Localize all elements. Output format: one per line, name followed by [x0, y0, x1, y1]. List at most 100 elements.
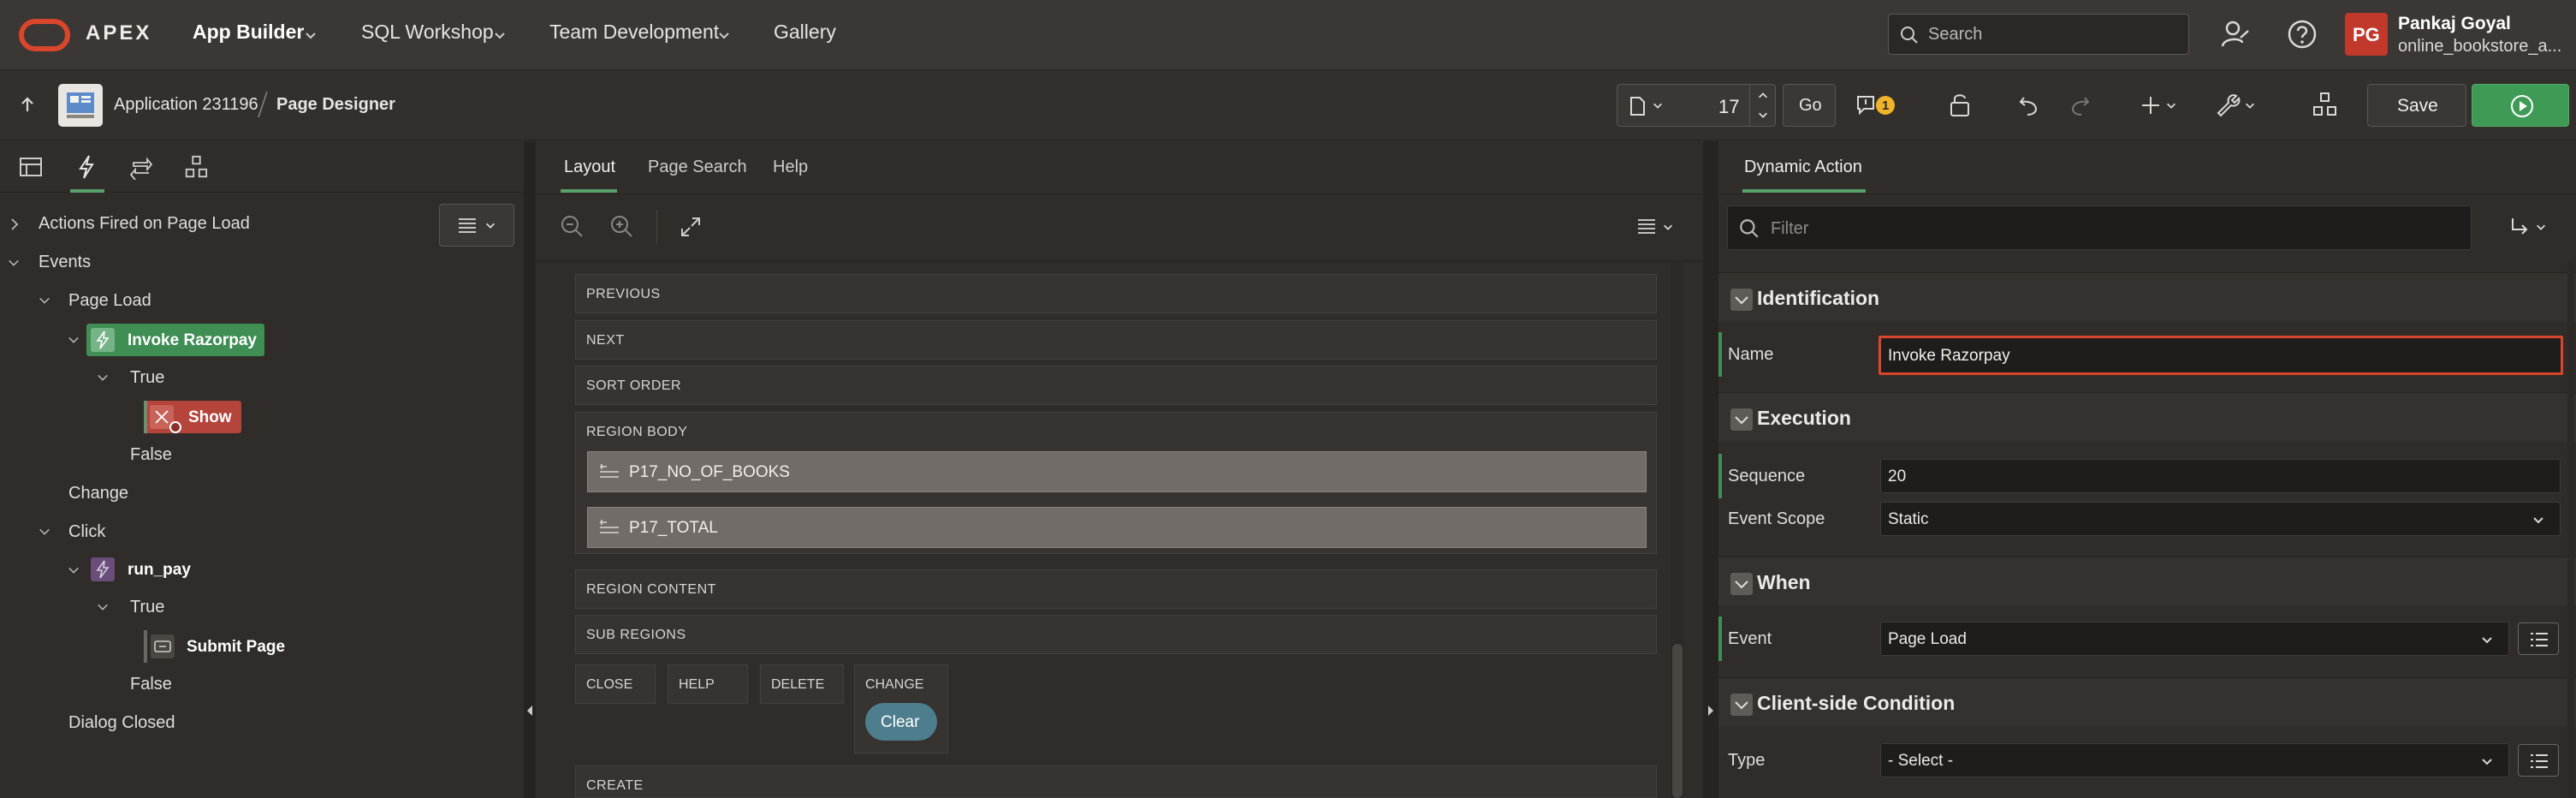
rendering-tab-icon[interactable] [19, 156, 43, 178]
nav-app-builder[interactable]: App Builder [193, 21, 304, 44]
nav-team-development[interactable]: Team Development [549, 21, 719, 44]
tree-node-run-pay[interactable]: run_pay [86, 553, 206, 586]
nav-gallery[interactable]: Gallery [774, 21, 836, 44]
help-icon[interactable] [2287, 19, 2318, 50]
shared-components-icon[interactable] [2311, 91, 2338, 118]
page-stepper[interactable] [1749, 85, 1776, 126]
condition-type-select[interactable]: - Select - [1880, 743, 2509, 777]
nav-sql-workshop[interactable]: SQL Workshop [361, 21, 494, 44]
chevron-down-icon[interactable] [2165, 99, 2177, 111]
tree-false-branch[interactable]: False [130, 445, 172, 465]
chevron-down-icon[interactable] [67, 334, 80, 346]
condition-type-list-button[interactable] [2518, 744, 2559, 777]
chevron-down-icon[interactable] [96, 372, 110, 384]
chevron-down-icon[interactable] [717, 28, 731, 42]
page-selector[interactable]: 17 [1617, 84, 1776, 127]
tree-page-load[interactable]: Page Load [68, 291, 151, 311]
chevron-down-icon[interactable] [67, 564, 80, 576]
event-list-button[interactable] [2518, 622, 2559, 655]
tree-node-show-action[interactable]: Show [145, 401, 241, 433]
chevron-down-icon[interactable] [1662, 221, 1674, 233]
global-search-input[interactable]: Search [1888, 14, 2189, 55]
tree-true-branch[interactable]: True [130, 598, 164, 617]
tree-click[interactable]: Click [68, 522, 105, 542]
collapse-right-icon[interactable] [1707, 705, 1714, 717]
region-content[interactable]: REGION CONTENT [575, 569, 1657, 609]
event-select[interactable]: Page Load [1880, 622, 2509, 656]
go-to-group-icon[interactable] [2509, 216, 2531, 238]
region-next[interactable]: NEXT [575, 320, 1657, 360]
tree-node-submit-page[interactable]: Submit Page [145, 630, 300, 663]
application-icon[interactable] [58, 84, 103, 127]
region-create[interactable]: CREATE [575, 765, 1657, 798]
create-plus-icon[interactable] [2140, 94, 2162, 116]
chevron-down-icon[interactable] [493, 28, 507, 42]
button-slot-close[interactable]: CLOSE [575, 664, 656, 704]
menu-lines-icon[interactable] [1636, 217, 1657, 235]
tree-actions-fired-on-page-load[interactable]: Actions Fired on Page Load [39, 214, 250, 234]
processing-tab-icon[interactable] [128, 156, 154, 180]
breadcrumb-application[interactable]: Application 231196 [114, 95, 258, 115]
avatar[interactable]: PG [2345, 13, 2388, 56]
page-item-total[interactable]: P17_TOTAL [587, 507, 1647, 548]
chevron-down-icon[interactable] [96, 601, 110, 613]
zoom-out-icon[interactable] [560, 214, 584, 238]
page-item-no-of-books[interactable]: P17_NO_OF_BOOKS [587, 451, 1647, 492]
tree-false-branch[interactable]: False [130, 675, 172, 694]
zoom-in-icon[interactable] [609, 214, 633, 238]
chevron-right-icon[interactable] [9, 217, 21, 231]
chevron-down-icon[interactable] [38, 295, 51, 307]
chevron-down-icon[interactable] [2535, 221, 2547, 233]
shared-components-tab-icon[interactable] [183, 154, 209, 180]
undo-icon[interactable] [2017, 92, 2043, 118]
tree-true-branch[interactable]: True [130, 368, 164, 388]
arrow-up-icon[interactable] [17, 94, 38, 115]
apex-logo-text[interactable]: APEX [86, 21, 151, 45]
tab-dynamic-action[interactable]: Dynamic Action [1744, 158, 1862, 177]
collapse-left-icon[interactable] [526, 705, 533, 717]
chevron-down-icon[interactable] [1757, 109, 1769, 121]
left-splitter[interactable] [524, 141, 536, 798]
button-slot-change[interactable]: CHANGE Clear [854, 664, 948, 753]
tab-page-search[interactable]: Page Search [648, 158, 747, 177]
dynamic-actions-tab-icon[interactable] [75, 154, 98, 180]
tree-dialog-closed[interactable]: Dialog Closed [68, 713, 175, 733]
apex-logo-icon[interactable] [19, 19, 70, 51]
sequence-input[interactable]: 20 [1880, 459, 2561, 493]
tree-menu-button[interactable] [439, 204, 514, 247]
user-settings-icon[interactable] [2220, 19, 2251, 50]
chevron-down-icon[interactable] [304, 28, 318, 42]
chevron-down-icon[interactable] [2244, 99, 2256, 111]
utilities-wrench-icon[interactable] [2213, 91, 2241, 118]
user-name[interactable]: Pankaj Goyal [2398, 14, 2511, 34]
messages-button[interactable]: 1 [1849, 84, 1905, 127]
scrollbar-thumb[interactable] [1672, 644, 1683, 798]
redo-icon[interactable] [2066, 92, 2092, 118]
section-execution[interactable]: Execution [1718, 392, 2576, 442]
chevron-up-icon[interactable] [1757, 90, 1769, 102]
region-previous[interactable]: PREVIOUS [575, 274, 1657, 313]
page-number-value[interactable]: 17 [1718, 96, 1739, 118]
button-slot-help[interactable]: HELP [668, 664, 748, 704]
section-when[interactable]: When [1718, 557, 2576, 606]
right-splitter[interactable] [1703, 141, 1718, 798]
property-scrollbar[interactable] [2567, 261, 2574, 798]
run-page-button[interactable] [2472, 84, 2569, 127]
collapse-section-icon[interactable] [1730, 408, 1753, 431]
chevron-down-icon[interactable] [7, 257, 21, 269]
name-input[interactable]: Invoke Razorpay [1879, 336, 2563, 375]
clear-button[interactable]: Clear [865, 703, 937, 741]
chevron-down-icon[interactable] [38, 526, 51, 538]
lock-page-icon[interactable] [1947, 92, 1973, 118]
event-scope-select[interactable]: Static [1880, 502, 2561, 536]
collapse-section-icon[interactable] [1730, 573, 1753, 595]
region-sub-regions[interactable]: SUB REGIONS [575, 615, 1657, 654]
region-sort-order[interactable]: SORT ORDER [575, 366, 1657, 405]
go-button[interactable]: Go [1783, 84, 1836, 127]
expand-icon[interactable] [680, 216, 702, 238]
tree-change[interactable]: Change [68, 484, 128, 503]
property-filter-input[interactable]: Filter [1727, 205, 2472, 250]
section-client-side-condition[interactable]: Client-side Condition [1718, 677, 2576, 727]
workspace-name[interactable]: online_bookstore_a... [2398, 37, 2561, 57]
save-button[interactable]: Save [2367, 84, 2466, 127]
